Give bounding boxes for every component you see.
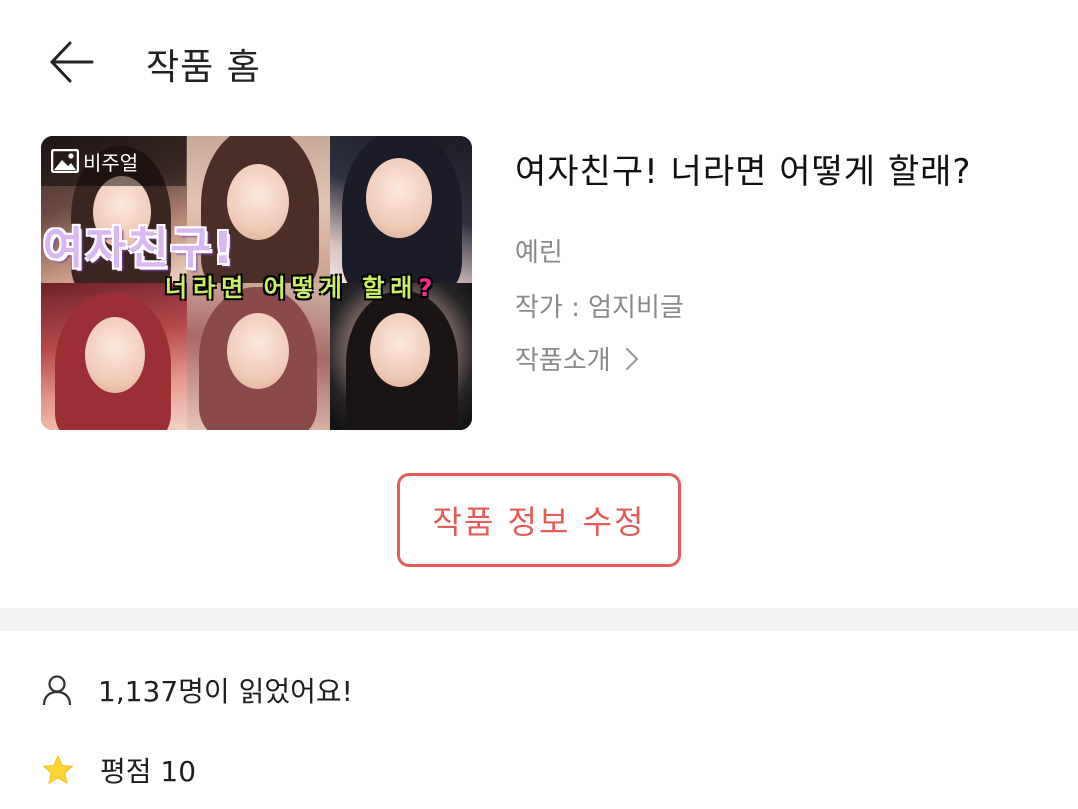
chevron-right-icon	[625, 347, 638, 370]
author-name[interactable]: 예린	[515, 232, 563, 269]
cover-photo-tile	[330, 136, 472, 283]
rating: 평점 10	[42, 750, 196, 790]
section-divider	[0, 608, 1078, 631]
rating-text: 평점 10	[100, 755, 197, 788]
cover-subtitle-text: 너라면 어떻게 할래?	[165, 274, 439, 302]
work-intro-label: 작품소개	[515, 346, 611, 376]
app-header: 작품 홈	[0, 0, 1078, 126]
image-icon	[51, 149, 79, 173]
user-icon	[42, 675, 72, 706]
readers-count-text: 1,137명이 읽었어요!	[98, 675, 353, 708]
visual-badge: 비주얼	[41, 136, 186, 186]
visual-badge-label: 비주얼	[83, 150, 139, 175]
writer-credit: 작가 : 엄지비글	[515, 293, 684, 323]
cover-photo-tile	[41, 283, 187, 430]
work-title: 여자친구! 너라면 어떻게 할래?	[515, 152, 972, 192]
cover-photo-tile	[330, 283, 472, 430]
star-icon	[42, 754, 74, 785]
edit-work-info-button[interactable]: 작품 정보 수정	[397, 473, 681, 567]
page-title: 작품 홈	[146, 47, 261, 88]
arrow-left-icon	[50, 41, 94, 83]
work-intro-link[interactable]: 작품소개	[515, 340, 639, 377]
cover-photo-tile	[187, 283, 330, 430]
cover-title-text: 여자친구!	[43, 223, 235, 274]
readers-count: 1,137명이 읽었어요!	[42, 670, 353, 710]
back-button[interactable]	[44, 36, 100, 88]
